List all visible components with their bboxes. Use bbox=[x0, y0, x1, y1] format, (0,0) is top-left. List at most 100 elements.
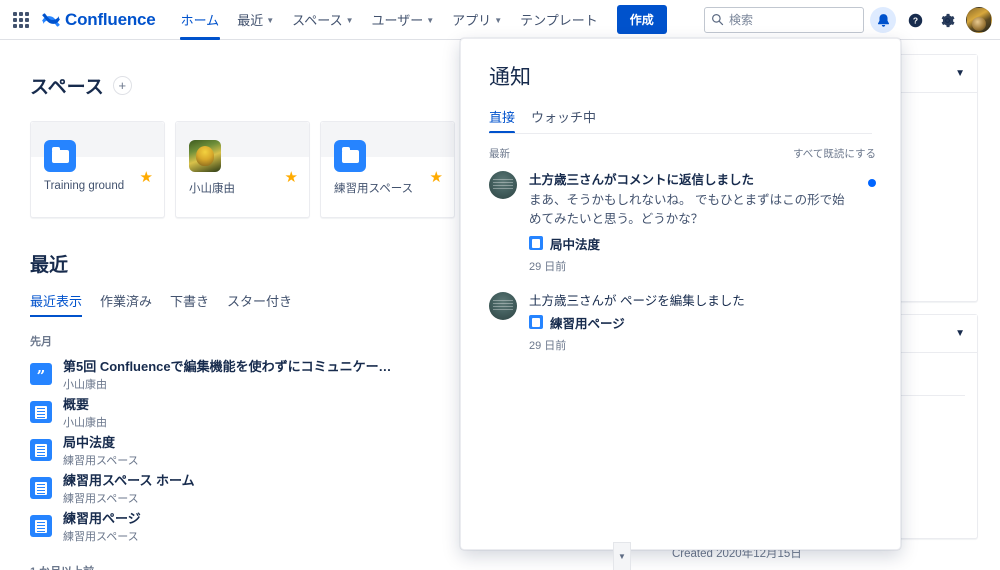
star-icon[interactable]: ★ bbox=[430, 168, 443, 186]
spaces-heading-label: スペース bbox=[30, 77, 104, 98]
confluence-home-page: Confluence ホーム 最近 ▼ スペース ▼ ユーザー ▼ アプリ ▼ bbox=[0, 0, 1000, 570]
space-card[interactable]: ★ Training ground bbox=[30, 121, 165, 218]
global-search-input[interactable] bbox=[729, 13, 857, 27]
unread-dot-icon bbox=[868, 179, 876, 187]
row-title: 練習用スペース ホーム bbox=[63, 473, 195, 488]
notifications-title: 通知 bbox=[489, 66, 531, 89]
notification-target[interactable]: 練習用ページ bbox=[529, 313, 854, 332]
tab-direct[interactable]: 直接 bbox=[489, 107, 516, 134]
top-navigation-bar: Confluence ホーム 最近 ▼ スペース ▼ ユーザー ▼ アプリ ▼ bbox=[0, 0, 1000, 40]
tab-worked-on-label: 作業済み bbox=[100, 294, 153, 309]
confluence-logo-icon bbox=[42, 12, 60, 27]
nav-item-spaces-label: スペース bbox=[292, 13, 343, 28]
notification-body: 土方歳三さんがコメントに返信しました まあ、そうかもしれないね。 でもひとまずは… bbox=[529, 171, 876, 274]
chevron-down-icon: ▼ bbox=[494, 15, 503, 25]
help-question-icon: ? bbox=[908, 13, 922, 27]
tab-recently-viewed-label: 最近表示 bbox=[30, 294, 83, 309]
app-switcher-grid-icon[interactable] bbox=[10, 9, 32, 31]
nav-item-recent[interactable]: 最近 ▼ bbox=[228, 0, 283, 40]
page-icon bbox=[529, 236, 543, 251]
space-card-name: 小山康由 bbox=[189, 183, 235, 195]
folder-icon bbox=[334, 140, 366, 172]
nav-item-people[interactable]: ユーザー ▼ bbox=[363, 0, 444, 40]
nav-item-apps-label: アプリ bbox=[452, 13, 492, 28]
svg-text:?: ? bbox=[912, 15, 917, 25]
folder-icon bbox=[44, 140, 76, 172]
notification-time: 29 日前 bbox=[529, 260, 567, 273]
brand-text: Confluence bbox=[65, 9, 156, 29]
tabs-divider bbox=[489, 133, 872, 134]
space-card[interactable]: ★ 練習用スペース bbox=[320, 121, 455, 218]
mark-all-read-link[interactable]: すべて既読にする bbox=[793, 146, 876, 161]
notification-item[interactable]: 土方歳三さんがコメントに返信しました まあ、そうかもしれないね。 でもひとまずは… bbox=[461, 161, 900, 278]
confluence-logo-link[interactable]: Confluence bbox=[42, 10, 156, 30]
tab-starred-label: スター付き bbox=[227, 294, 293, 309]
nav-item-apps[interactable]: アプリ ▼ bbox=[443, 0, 511, 40]
tab-watching[interactable]: ウォッチ中 bbox=[531, 107, 596, 134]
primary-nav-items: ホーム 最近 ▼ スペース ▼ ユーザー ▼ アプリ ▼ テンプレート 作成 bbox=[172, 0, 667, 40]
notification-headline: 土方歳三さんが ページを編集しました bbox=[529, 293, 745, 308]
gear-settings-icon bbox=[941, 13, 955, 27]
blog-quote-icon: ” bbox=[30, 363, 52, 385]
tab-drafts[interactable]: 下書き bbox=[170, 291, 209, 317]
notification-target-label: 局中法度 bbox=[550, 237, 601, 252]
add-space-button[interactable]: + bbox=[112, 76, 132, 95]
latest-label: 最新 bbox=[489, 148, 510, 160]
notifications-bell-button[interactable] bbox=[870, 7, 896, 33]
notifications-meta-row: 最新 すべて既読にする bbox=[489, 146, 876, 161]
page-icon bbox=[529, 315, 543, 330]
notifications-tabs: 直接 ウォッチ中 bbox=[489, 107, 900, 134]
notification-item[interactable]: 土方歳三さんが ページを編集しました 練習用ページ 29 日前 bbox=[461, 278, 900, 357]
group-label-older: 1 か月以上前 bbox=[30, 563, 650, 570]
user-avatar bbox=[489, 171, 517, 199]
scroll-down-arrow[interactable]: ▼ bbox=[613, 542, 631, 570]
help-button[interactable]: ? bbox=[902, 7, 928, 33]
page-icon bbox=[30, 515, 52, 537]
nav-item-templates-label: テンプレート bbox=[520, 13, 598, 28]
nav-item-recent-label: 最近 bbox=[237, 13, 264, 28]
page-icon bbox=[30, 477, 52, 499]
notifications-bell-icon bbox=[877, 13, 889, 27]
notification-excerpt: まあ、そうかもしれないね。 でもひとまずはこの形で始めてみたいと思う。どうかな？ bbox=[529, 193, 845, 226]
profile-photo-icon bbox=[189, 140, 221, 172]
notification-headline: 土方歳三さんがコメントに返信しました bbox=[529, 173, 755, 187]
star-icon[interactable]: ★ bbox=[140, 168, 153, 186]
settings-button[interactable] bbox=[934, 7, 960, 33]
tab-worked-on[interactable]: 作業済み bbox=[100, 291, 152, 317]
chevron-down-icon: ▼ bbox=[345, 15, 354, 25]
nav-item-home[interactable]: ホーム bbox=[172, 0, 229, 40]
tab-watching-label: ウォッチ中 bbox=[531, 110, 597, 125]
space-card[interactable]: ★ 小山康由 bbox=[175, 121, 310, 218]
star-icon[interactable]: ★ bbox=[285, 168, 298, 186]
tab-direct-label: 直接 bbox=[489, 110, 516, 125]
nav-item-templates[interactable]: テンプレート bbox=[511, 0, 607, 40]
notifications-panel: 通知 直接 ウォッチ中 最新 すべて既読にする 土方歳三さんがコメントに返信しま… bbox=[460, 38, 901, 550]
notification-target[interactable]: 局中法度 bbox=[529, 234, 854, 253]
tab-starred[interactable]: スター付き bbox=[227, 291, 292, 317]
notification-time: 29 日前 bbox=[529, 339, 567, 352]
search-icon bbox=[712, 14, 724, 26]
user-avatar[interactable] bbox=[966, 7, 992, 33]
tab-drafts-label: 下書き bbox=[170, 294, 210, 309]
nav-item-spaces[interactable]: スペース ▼ bbox=[283, 0, 362, 40]
chevron-down-icon: ▼ bbox=[426, 15, 435, 25]
row-title: 概要 bbox=[63, 397, 90, 412]
user-avatar bbox=[489, 291, 517, 320]
notification-target-label: 練習用ページ bbox=[550, 316, 625, 331]
recent-heading-label: 最近 bbox=[30, 255, 69, 276]
tab-recently-viewed[interactable]: 最近表示 bbox=[30, 291, 83, 317]
space-card-name: Training ground bbox=[44, 180, 125, 192]
chevron-down-icon: ▼ bbox=[266, 15, 275, 25]
global-search-box[interactable] bbox=[704, 7, 864, 33]
space-card-name: 練習用スペース bbox=[334, 183, 414, 195]
nav-item-home-label: ホーム bbox=[180, 13, 220, 28]
create-button[interactable]: 作成 bbox=[616, 5, 667, 34]
chevron-down-icon[interactable]: ▼ bbox=[955, 328, 965, 339]
page-icon bbox=[30, 439, 52, 461]
page-icon bbox=[30, 401, 52, 423]
row-title: 第5回 Confluenceで編集機能を使わずにコミュニケーション… bbox=[63, 359, 393, 374]
top-nav-right-actions: ? bbox=[704, 0, 992, 40]
row-title: 局中法度 bbox=[63, 435, 116, 450]
chevron-down-icon[interactable]: ▼ bbox=[955, 68, 965, 79]
row-title: 練習用ページ bbox=[63, 511, 141, 526]
